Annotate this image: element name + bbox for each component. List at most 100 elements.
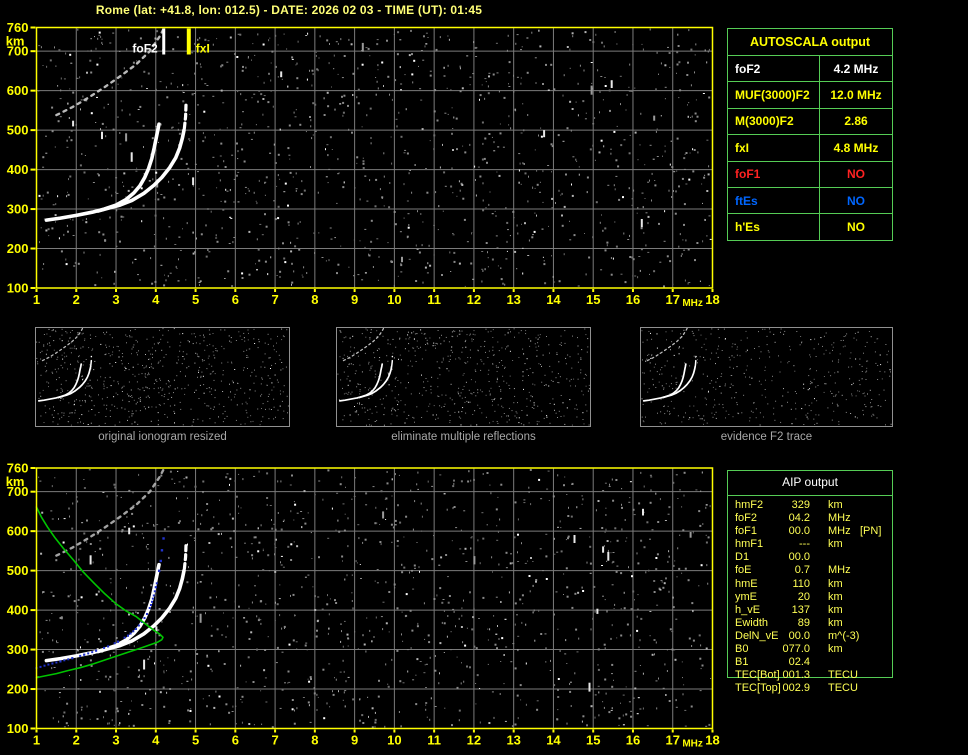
X-trace: [57, 365, 92, 399]
O-trace: [37, 363, 83, 402]
parameter-label: h'Es: [728, 214, 820, 240]
svg-text:4: 4: [152, 292, 160, 307]
thumb-noise: [36, 328, 289, 426]
aip-label: foF2: [735, 512, 758, 525]
thumbnail-caption-eliminate: eliminate multiple reflections: [391, 431, 536, 443]
second-hop-echo: [646, 326, 689, 362]
svg-text:1: 1: [33, 733, 40, 748]
parameter-label: foF1: [728, 161, 820, 187]
traces: [35, 468, 188, 679]
svg-text:18: 18: [705, 292, 719, 307]
svg-text:8: 8: [311, 733, 318, 748]
aip-value: 89: [797, 616, 810, 629]
svg-text:MHz: MHz: [682, 298, 703, 309]
svg-text:9: 9: [351, 733, 358, 748]
parameter-label: MUF(3000)F2: [728, 82, 820, 108]
X-trace: [662, 365, 697, 399]
svg-text:17: 17: [666, 292, 680, 307]
parameter-label: M(3000)F2: [728, 108, 820, 135]
svg-text:600: 600: [7, 83, 29, 98]
aip-unit: km: [828, 643, 843, 656]
svg-text:16: 16: [626, 292, 640, 307]
thumbnail-3: [640, 326, 893, 427]
axis-labels: 100200300400500600700760km1 2 3 4 5 6 7 8 9 10 11 1…: [6, 461, 720, 750]
aip-row-fof2: foF2 04.2 MHz: [727, 512, 893, 525]
svg-text:2: 2: [73, 292, 80, 307]
aip-value: 002.9: [782, 682, 810, 695]
thumbnail-1: [35, 326, 290, 427]
parameter-label: foF2: [728, 56, 820, 82]
second-hop-echo: [41, 326, 84, 362]
thumb-noise: [641, 328, 892, 426]
aip-unit: MHz: [828, 564, 851, 577]
parameter-label: ftEs: [728, 187, 820, 214]
svg-text:10: 10: [387, 292, 401, 307]
autoscala-row-ftes: ftEs NO: [728, 187, 892, 215]
aip-row-b1: B1 02.4: [727, 656, 893, 669]
thumb-traces: [642, 326, 697, 402]
thumbnail-caption-original: original ionogram resized: [98, 431, 227, 443]
aip-value: 077.0: [782, 643, 810, 656]
aip-unit: TECU: [828, 669, 858, 682]
svg-text:100: 100: [7, 721, 29, 736]
svg-text:17: 17: [666, 733, 680, 748]
svg-text:7: 7: [271, 292, 278, 307]
aip-row-hme: hmE 110 km: [727, 578, 893, 591]
second-hop-echo: [342, 326, 385, 362]
X-trace-top: [391, 355, 394, 367]
svg-text:km: km: [6, 34, 25, 49]
svg-text:300: 300: [7, 202, 29, 217]
aip-label: B1: [735, 656, 749, 669]
thumb-border: [640, 327, 893, 427]
thumb-border: [35, 327, 290, 427]
X-trace-top: [182, 102, 188, 130]
aip-value: ---: [799, 538, 810, 551]
parameter-value: 4.8 MHz: [833, 140, 879, 155]
svg-text:12: 12: [467, 733, 481, 748]
aip-row-b0: B0 077.0 km: [727, 643, 893, 656]
parameter-label: fxI: [728, 135, 820, 161]
parameter-value: 12.0 MHz: [830, 88, 882, 103]
thumb-noise: [337, 328, 590, 426]
svg-text:13: 13: [506, 292, 520, 307]
svg-text:15: 15: [586, 733, 600, 748]
svg-text:14: 14: [546, 733, 561, 748]
autoscala-row-fof2: foF2 4.2 MHz: [728, 56, 892, 83]
parameter-value: NO: [847, 220, 865, 235]
aip-label: foF1: [735, 525, 758, 538]
autoscala-row-m3000f2: M(3000)F2 2.86: [728, 108, 892, 136]
parameter-value: NO: [847, 193, 865, 208]
aip-label: foE: [735, 564, 752, 577]
svg-text:400: 400: [7, 162, 29, 177]
parameter-value: 2.86: [844, 114, 868, 129]
aip-table-rows: hmF2 329 km foF2 04.2 MHz foF1 00.0 MHz [PN] hmF1-…: [727, 499, 893, 695]
svg-text:3: 3: [112, 733, 119, 748]
aip-value: 00.0: [788, 525, 810, 538]
aip-row-tecbot: TEC[Bot] 001.3 TECU: [727, 669, 893, 682]
O-trace: [338, 363, 384, 402]
aip-row-tectop: TEC[Top] 002.9 TECU: [727, 682, 893, 695]
autoscala-row-fxi: fxI 4.8 MHz: [728, 135, 892, 162]
svg-text:18: 18: [705, 733, 719, 748]
svg-text:5: 5: [192, 733, 199, 748]
svg-text:14: 14: [546, 292, 561, 307]
aip-header-divider: [727, 495, 893, 496]
aip-value: 00.0: [788, 629, 810, 642]
aip-value: 00.0: [788, 551, 810, 564]
svg-text:10: 10: [387, 733, 401, 748]
aip-row-fof1: foF1 00.0 MHz [PN]: [727, 525, 893, 538]
main-ionogram-plot: 100200300400500600700760km1 2 3 4 5 6 7 8 9 10 11 1…: [6, 20, 720, 309]
svg-text:foF2: foF2: [132, 42, 158, 56]
svg-text:500: 500: [7, 123, 29, 138]
svg-text:100: 100: [7, 281, 29, 296]
aip-unit: km: [828, 590, 843, 603]
aip-unit: MHz: [828, 525, 851, 538]
svg-text:km: km: [6, 474, 25, 489]
svg-text:fxI: fxI: [196, 42, 210, 56]
autoscala-table-title: AUTOSCALA output: [728, 29, 892, 56]
aip-value: 110: [792, 577, 810, 590]
X-trace-top: [90, 355, 93, 367]
svg-text:4: 4: [152, 733, 160, 748]
autoscala-output-table: AUTOSCALA output foF2 4.2 MHz MUF(3000)F2 1…: [727, 28, 893, 241]
thumb-traces: [37, 326, 93, 402]
